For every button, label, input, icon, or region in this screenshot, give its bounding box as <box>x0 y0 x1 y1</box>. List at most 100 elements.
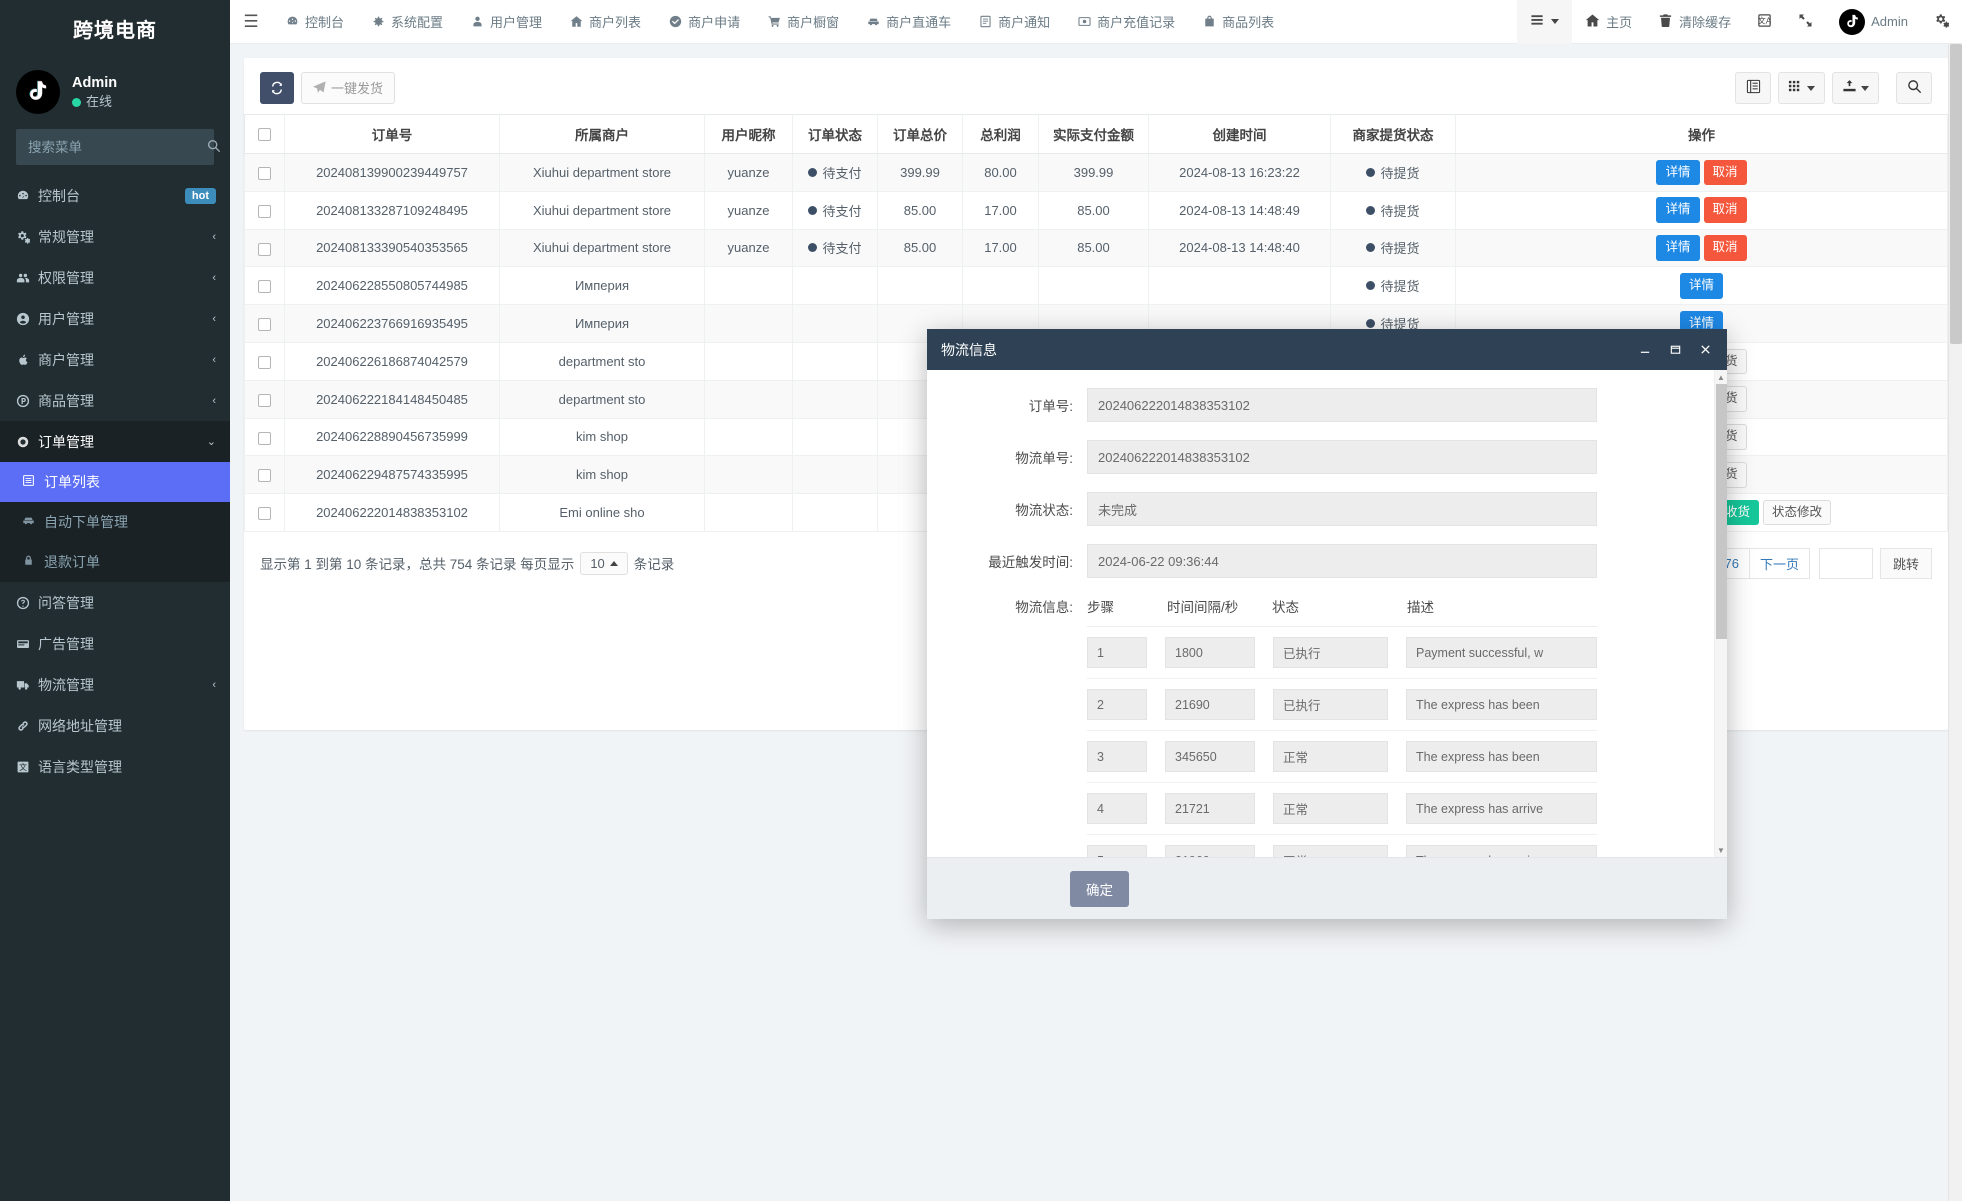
maximize-icon[interactable] <box>1667 342 1683 358</box>
top-nav-link-9[interactable]: 商品列表 <box>1189 0 1288 44</box>
sidebar-subitem-0[interactable]: 订单列表 <box>0 462 230 502</box>
row-checkbox[interactable] <box>258 166 271 180</box>
row-select-cell[interactable] <box>244 342 285 381</box>
row-checkbox[interactable] <box>258 280 271 294</box>
page-size-select[interactable]: 10 <box>580 551 628 575</box>
row-select-cell[interactable] <box>244 455 285 495</box>
row-checkbox[interactable] <box>258 204 271 218</box>
row-select-cell[interactable] <box>244 191 285 230</box>
modal-scrollbar[interactable]: ▲ ▼ <box>1714 370 1727 857</box>
row-action-button[interactable]: 状态修改 <box>1763 499 1832 526</box>
confirm-button[interactable]: 确定 <box>1070 870 1129 907</box>
logistics-state[interactable]: 正常 <box>1273 741 1388 772</box>
sidebar-item-4[interactable]: 商户管理 ‹ <box>0 339 230 380</box>
row-select-cell[interactable] <box>244 153 285 192</box>
top-nav-right-4[interactable] <box>1785 0 1826 44</box>
row-action-button[interactable]: 详情 <box>1656 235 1700 261</box>
sidebar-item-5[interactable]: 商品管理 ‹ <box>0 380 230 421</box>
top-nav-link-6[interactable]: 商户直通车 <box>853 0 965 44</box>
logistics-desc[interactable]: The express has arrive <box>1406 845 1597 857</box>
sidebar-subitem-2[interactable]: 退款订单 <box>0 542 230 582</box>
row-select-cell[interactable] <box>244 418 285 457</box>
top-nav-link-8[interactable]: 商户充值记录 <box>1064 0 1189 44</box>
page-scrollbar-thumb[interactable] <box>1950 44 1962 344</box>
modal-title-bar[interactable]: 物流信息 <box>927 329 1727 370</box>
sidebar-item-11[interactable]: 文 语言类型管理 <box>0 746 230 787</box>
logistics-step[interactable]: 2 <box>1087 689 1147 720</box>
row-action-button[interactable]: 取消 <box>1703 197 1747 223</box>
scroll-down-icon[interactable]: ▼ <box>1715 843 1727 857</box>
export-button[interactable] <box>1832 72 1879 104</box>
row-action-button[interactable]: 取消 <box>1703 159 1747 186</box>
sidebar-item-3[interactable]: 用户管理 ‹ <box>0 298 230 339</box>
row-checkbox[interactable] <box>258 318 271 332</box>
top-nav-link-3[interactable]: 商户列表 <box>556 0 655 44</box>
jump-button[interactable]: 跳转 <box>1879 547 1932 579</box>
sidebar-item-2[interactable]: 权限管理 ‹ <box>0 257 230 298</box>
jump-page-input[interactable] <box>1818 547 1873 579</box>
row-action-button[interactable]: 取消 <box>1703 235 1747 261</box>
logistics-interval[interactable]: 21960 <box>1165 845 1255 857</box>
modal-field-value[interactable]: 202406222014838353102 <box>1087 388 1597 422</box>
modal-field-value[interactable]: 202406222014838353102 <box>1087 440 1597 474</box>
row-action-button[interactable]: 详情 <box>1656 197 1700 223</box>
row-checkbox[interactable] <box>258 242 271 256</box>
top-nav-right-3[interactable]: 文A <box>1744 0 1785 44</box>
sidebar-item-1[interactable]: 常规管理 ‹ <box>0 216 230 257</box>
sidebar-item-10[interactable]: 网络地址管理 <box>0 705 230 746</box>
row-action-button[interactable]: 详情 <box>1679 272 1723 299</box>
scroll-up-icon[interactable]: ▲ <box>1715 370 1727 384</box>
close-icon[interactable] <box>1697 342 1713 358</box>
sidebar-item-8[interactable]: 广告管理 <box>0 623 230 664</box>
row-checkbox[interactable] <box>258 507 271 521</box>
top-nav-link-0[interactable]: 控制台 <box>272 0 358 44</box>
modal-field-value[interactable]: 未完成 <box>1087 492 1597 526</box>
row-select-cell[interactable] <box>244 493 285 532</box>
row-checkbox[interactable] <box>258 355 271 369</box>
logistics-state[interactable]: 正常 <box>1273 845 1388 857</box>
row-select-cell[interactable] <box>244 266 285 306</box>
settings-button[interactable] <box>1921 0 1962 44</box>
sidebar-item-9[interactable]: 物流管理 ‹ <box>0 664 230 705</box>
logistics-interval[interactable]: 345650 <box>1165 741 1255 772</box>
top-nav-link-7[interactable]: 商户通知 <box>965 0 1064 44</box>
top-nav-link-5[interactable]: 商户橱窗 <box>754 0 853 44</box>
ship-all-button[interactable]: 一键发货 <box>301 72 396 104</box>
search-button[interactable] <box>1896 72 1932 104</box>
logistics-step[interactable]: 4 <box>1087 793 1147 824</box>
logistics-step[interactable]: 5 <box>1087 845 1147 857</box>
refresh-button[interactable] <box>260 72 294 104</box>
logistics-interval[interactable]: 21690 <box>1165 689 1255 720</box>
modal-scrollbar-thumb[interactable] <box>1716 384 1727 639</box>
sidebar-item-0[interactable]: 控制台 hot <box>0 175 230 216</box>
sidebar-search[interactable] <box>16 129 221 165</box>
row-checkbox[interactable] <box>258 393 271 407</box>
row-action-button[interactable]: 详情 <box>1656 159 1700 186</box>
logistics-state[interactable]: 已执行 <box>1273 637 1388 668</box>
top-nav-right-2[interactable]: 清除缓存 <box>1645 0 1744 44</box>
logistics-step[interactable]: 3 <box>1087 741 1147 772</box>
logistics-desc[interactable]: Payment successful, w <box>1406 637 1597 668</box>
logistics-desc[interactable]: The express has been <box>1406 689 1597 720</box>
minimize-icon[interactable] <box>1637 342 1653 358</box>
logistics-interval[interactable]: 21721 <box>1165 793 1255 824</box>
columns-button[interactable] <box>1735 72 1771 104</box>
sidebar-toggle-icon[interactable]: ☰ <box>230 0 272 44</box>
page-button-7[interactable]: 下一页 <box>1748 547 1810 579</box>
page-scrollbar[interactable] <box>1948 44 1962 1201</box>
row-select-cell[interactable] <box>244 380 285 419</box>
sidebar-item-6[interactable]: 订单管理 ⌄ <box>0 421 230 462</box>
select-all-checkbox[interactable] <box>258 128 271 142</box>
select-all-header[interactable] <box>244 114 285 154</box>
logistics-desc[interactable]: The express has arrive <box>1406 793 1597 824</box>
sidebar-subitem-1[interactable]: 自动下单管理 <box>0 502 230 542</box>
account-menu[interactable]: Admin <box>1826 0 1921 44</box>
row-select-cell[interactable] <box>244 304 285 343</box>
logistics-desc[interactable]: The express has been <box>1406 741 1597 772</box>
top-nav-right-0[interactable] <box>1517 0 1573 44</box>
sidebar-item-7[interactable]: 问答管理 <box>0 582 230 623</box>
logistics-interval[interactable]: 1800 <box>1165 637 1255 668</box>
top-nav-link-1[interactable]: 系统配置 <box>358 0 457 44</box>
row-select-cell[interactable] <box>244 229 285 268</box>
search-icon[interactable] <box>207 139 221 156</box>
